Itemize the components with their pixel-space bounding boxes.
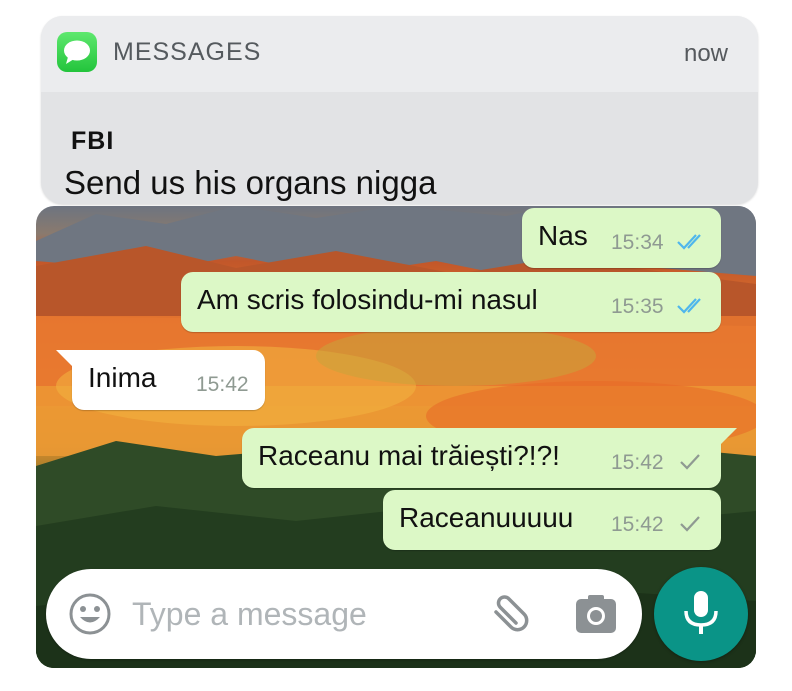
message-notification[interactable]: MESSAGES now FBI Send us his organs nigg…	[41, 16, 758, 204]
message-bubble-outgoing[interactable]: Nas 15:34	[522, 208, 721, 268]
message-input[interactable]	[132, 593, 462, 635]
message-bubble-outgoing[interactable]: Am scris folosindu-mi nasul 15:35	[181, 272, 721, 332]
message-text: Inima	[88, 362, 157, 393]
message-text: Raceanuuuuu	[399, 502, 574, 533]
message-time: 15:42	[196, 373, 249, 396]
notification-sender: FBI	[71, 127, 115, 155]
check-sent-icon	[680, 454, 700, 470]
paperclip-icon[interactable]	[486, 591, 532, 637]
message-time: 15:34	[611, 231, 664, 254]
bubble-tail	[719, 428, 737, 446]
messages-app-icon	[57, 32, 97, 72]
message-time: 15:35	[611, 295, 664, 318]
message-time: 15:42	[611, 513, 664, 536]
double-check-read-icon	[677, 298, 701, 314]
message-bubble-outgoing[interactable]: Raceanuuuuu 15:42	[383, 490, 721, 550]
message-bubble-incoming[interactable]: Inima 15:42	[56, 350, 265, 410]
message-composer	[46, 569, 642, 659]
message-bubble-outgoing[interactable]: Raceanu mai trăiești?!?! 15:42	[242, 428, 737, 488]
microphone-button[interactable]	[654, 567, 748, 661]
message-time: 15:42	[611, 451, 664, 474]
notification-app-name: MESSAGES	[113, 38, 262, 66]
microphone-icon	[684, 591, 718, 634]
notification-time: now	[683, 40, 728, 67]
bubble-tail	[56, 350, 74, 368]
message-text: Raceanu mai trăiești?!?!	[258, 440, 560, 471]
message-text: Am scris folosindu-mi nasul	[197, 284, 538, 315]
double-check-read-icon	[677, 234, 701, 250]
notification-message: Send us his organs nigga	[64, 164, 437, 201]
check-sent-icon	[680, 516, 700, 532]
camera-icon[interactable]	[574, 593, 618, 635]
emoji-icon[interactable]	[68, 592, 112, 636]
message-text: Nas	[538, 220, 588, 251]
